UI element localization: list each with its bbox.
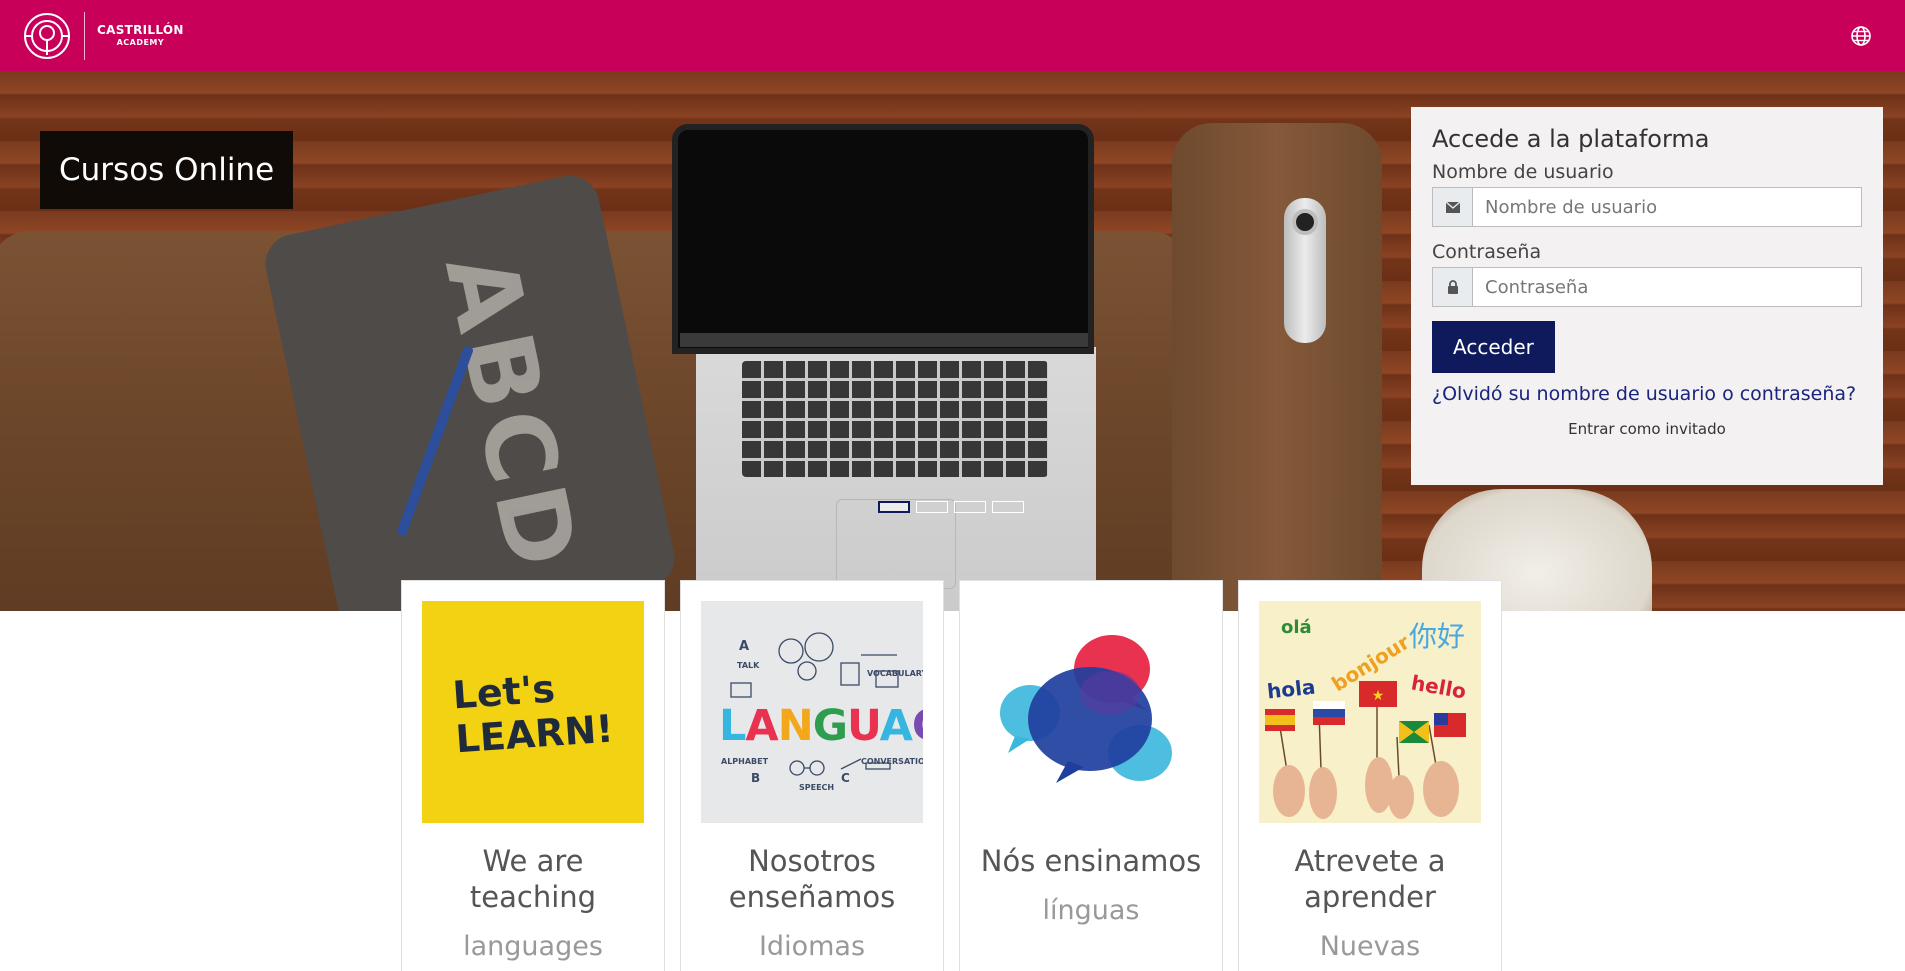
- carousel-indicator-1[interactable]: [878, 501, 910, 513]
- lets-learn-image: Let's LEARN!: [422, 601, 644, 823]
- feature-card-1[interactable]: Let's LEARN! We are teaching languages: [401, 580, 665, 971]
- language-label-speech: SPEECH: [799, 783, 835, 792]
- card-subtitle: línguas: [1042, 895, 1140, 926]
- brand-name: CASTRILLÓN ACADEMY: [97, 23, 184, 47]
- language-letter: G: [912, 701, 923, 751]
- lets-learn-image-text: Let's LEARN!: [451, 663, 615, 761]
- language-letter: A: [879, 701, 913, 751]
- hero-remote-ring: [1292, 209, 1318, 235]
- language-letter: A: [745, 701, 778, 751]
- language-label-talk: TALK: [737, 661, 760, 670]
- speech-bubbles-image: [980, 601, 1202, 823]
- login-heading: Accede a la plataforma: [1432, 125, 1710, 153]
- svg-text:★: ★: [1372, 688, 1385, 704]
- feature-cards: Let's LEARN! We are teaching languages A…: [401, 580, 1502, 971]
- carousel-indicator-3[interactable]: [954, 501, 986, 513]
- login-panel: Accede a la plataforma Nombre de usuario…: [1411, 107, 1883, 485]
- hero-keyboard-rows: [742, 361, 1048, 477]
- feature-card-3[interactable]: Nós ensinamos línguas: [959, 580, 1223, 971]
- forgot-password-link[interactable]: ¿Olvidó su nombre de usuario o contraseñ…: [1432, 383, 1862, 405]
- language-letter: G: [812, 701, 848, 751]
- card-subtitle: Nuevas: [1319, 931, 1421, 962]
- language-label-alphabet: ALPHABET: [721, 757, 769, 766]
- language-image: A TALK VOCABULARY ALPHABET B SPEECH C CO…: [701, 601, 923, 823]
- hands-with-flags-icon: ★: [1265, 681, 1466, 819]
- hero-title: Cursos Online: [40, 131, 294, 209]
- password-label: Contraseña: [1432, 241, 1542, 263]
- card-title: Atrevete a aprender: [1294, 844, 1446, 914]
- password-field-group: [1432, 267, 1862, 307]
- feature-card-2[interactable]: A TALK VOCABULARY ALPHABET B SPEECH C CO…: [680, 580, 944, 971]
- language-letter: L: [719, 701, 746, 751]
- carousel-indicators: [878, 501, 1024, 513]
- language-letter: N: [777, 701, 814, 751]
- language-label-vocabulary: VOCABULARY: [867, 669, 923, 678]
- speech-bubbles-icon: [1000, 635, 1172, 783]
- username-label: Nombre de usuario: [1432, 161, 1614, 183]
- username-input[interactable]: [1472, 187, 1862, 227]
- lets-learn-text-1: Let's: [451, 666, 557, 718]
- envelope-icon: [1432, 187, 1472, 227]
- language-label-conversation: CONVERSATION: [861, 757, 923, 766]
- card-title: Nós ensinamos: [980, 844, 1202, 878]
- hero-laptop-screen: [672, 124, 1094, 354]
- language-letter: U: [846, 701, 881, 751]
- card-subtitle: languages: [463, 931, 603, 962]
- language-flags-image: olá 你好 hola bonjour hello ★: [1259, 601, 1481, 823]
- brand-divider: [84, 11, 85, 60]
- login-submit-button[interactable]: Acceder: [1432, 321, 1555, 373]
- brand-name-line2: ACADEMY: [116, 37, 165, 47]
- card-title: Nosotros enseñamos: [728, 844, 896, 914]
- language-word: LANGUAGE: [719, 701, 923, 751]
- language-label-a: A: [739, 639, 750, 654]
- password-input[interactable]: [1472, 267, 1862, 307]
- language-label-b: B: [751, 771, 761, 785]
- feature-card-4[interactable]: olá 你好 hola bonjour hello ★ Atrevete a a…: [1238, 580, 1502, 971]
- guest-login-link[interactable]: Entrar como invitado: [1432, 420, 1862, 438]
- top-navbar: CASTRILLÓN ACADEMY: [0, 0, 1905, 71]
- lock-icon: [1432, 267, 1472, 307]
- carousel-indicator-4[interactable]: [992, 501, 1024, 513]
- carousel-indicator-2[interactable]: [916, 501, 948, 513]
- globe-icon[interactable]: [1849, 24, 1873, 48]
- card-title: We are teaching: [469, 844, 597, 914]
- card-subtitle: Idiomas: [758, 931, 866, 962]
- language-label-c: C: [841, 771, 850, 785]
- castrillon-logo-icon: [24, 12, 70, 59]
- username-field-group: [1432, 187, 1862, 227]
- brand-logo[interactable]: CASTRILLÓN ACADEMY: [22, 11, 184, 61]
- hero-armrest-image: [1172, 123, 1382, 611]
- hero-laptop-hinge: [680, 333, 1088, 347]
- brand-name-line1: CASTRILLÓN: [97, 23, 184, 37]
